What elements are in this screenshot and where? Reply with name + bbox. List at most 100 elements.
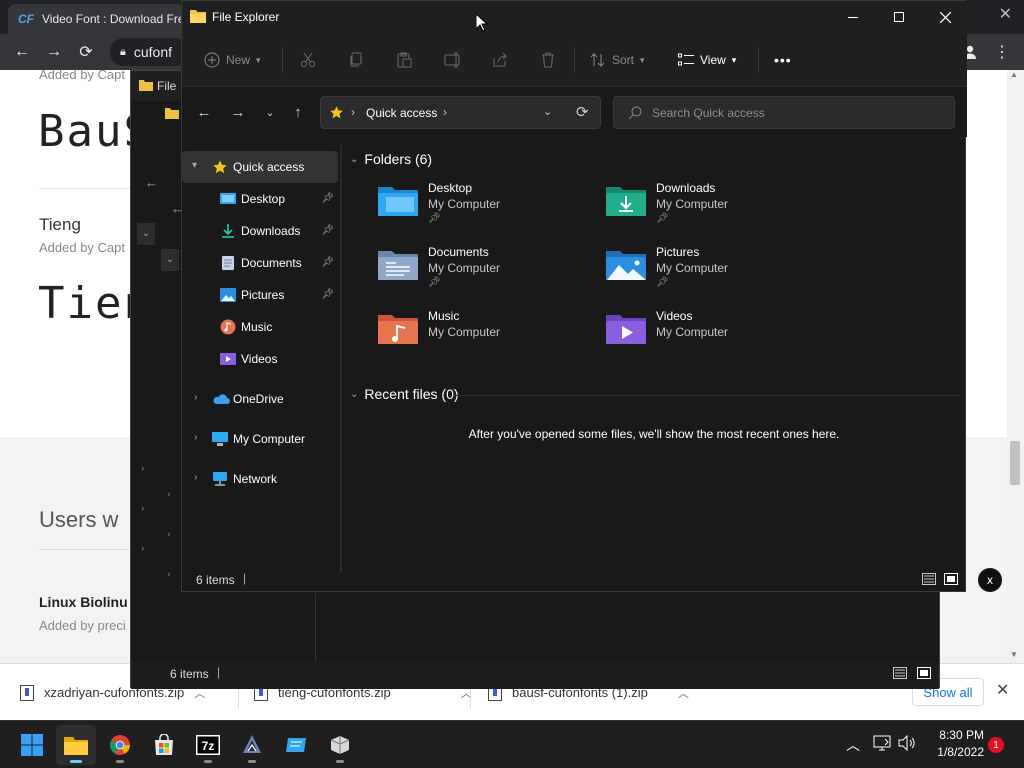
taskbar-7zip[interactable]: 7z — [188, 725, 228, 765]
nav-item-my-computer[interactable]: › My Computer — [182, 423, 338, 455]
page-scrollbar[interactable]: ▲ ▼ — [1007, 70, 1024, 663]
copy-button[interactable] — [348, 45, 364, 75]
minimize-button[interactable] — [830, 1, 876, 33]
taskbar-file-explorer[interactable] — [56, 725, 96, 765]
pane-divider[interactable] — [340, 145, 342, 573]
divider — [574, 47, 575, 73]
chevron-down-icon[interactable]: ▾ — [192, 160, 197, 171]
font-name-tieng[interactable]: Tieng — [39, 215, 81, 235]
chevron-right-icon[interactable]: › — [167, 529, 170, 540]
chevron-right-icon[interactable]: › — [141, 463, 144, 474]
nav-item-desktop[interactable]: Desktop 📌︎ — [182, 183, 338, 215]
new-button[interactable]: New ▾ — [204, 45, 261, 75]
popup-close-button[interactable]: x — [978, 568, 1002, 592]
volume-icon[interactable] — [898, 735, 916, 751]
recent-locations-button[interactable]: ⌄ — [256, 97, 284, 127]
chevron-right-icon[interactable]: › — [194, 472, 197, 483]
chrome-tab[interactable]: CF Video Font : Download Fre — [8, 4, 184, 34]
system-clock[interactable]: 8:30 PM 1/8/2022 — [928, 727, 984, 761]
chevron-right-icon[interactable]: › — [194, 432, 197, 443]
plus-circle-icon — [204, 52, 220, 68]
folder-location: My Computer — [656, 197, 729, 211]
sort-button[interactable]: Sort ▾ — [590, 45, 645, 75]
taskbar-store[interactable] — [144, 725, 184, 765]
nav-item-music[interactable]: Music — [182, 311, 338, 343]
chevron-down-icon[interactable]: ⌄ — [137, 223, 155, 245]
recent-files-section-header[interactable]: ⌄ Recent files (0) — [350, 386, 459, 402]
scroll-up-icon[interactable]: ▲ — [1010, 70, 1018, 79]
show-hidden-icons-chevron-icon[interactable]: ︿ — [846, 735, 860, 755]
refresh-icon[interactable]: ⟳ — [576, 103, 589, 121]
taskbar-inkscape[interactable] — [232, 725, 272, 765]
chrome-omnibox[interactable]: 🔒︎ cufonf — [110, 38, 190, 66]
folder-tile-pictures[interactable]: Pictures My Computer 📌︎ — [604, 245, 824, 301]
chrome-menu-icon[interactable]: ⋮ — [990, 40, 1014, 64]
taskbar-app[interactable] — [276, 725, 316, 765]
close-icon[interactable]: ✕ — [996, 680, 1009, 700]
close-button[interactable] — [922, 1, 968, 33]
details-view-icon[interactable] — [893, 667, 907, 679]
chevron-right-icon[interactable]: › — [167, 569, 170, 580]
chevron-right-icon[interactable]: › — [443, 105, 447, 119]
nav-item-downloads[interactable]: Downloads 📌︎ — [182, 215, 338, 247]
scrollbar-thumb[interactable] — [1010, 441, 1020, 485]
file-explorer-window[interactable]: File Explorer New ▾ Sort ▾ View ▾ ••• ← … — [181, 0, 967, 592]
title-bar[interactable]: File Explorer — [182, 1, 967, 33]
back-arrow-icon[interactable]: ← — [145, 175, 158, 190]
cut-button[interactable] — [300, 45, 316, 75]
details-view-icon[interactable] — [922, 573, 936, 585]
scroll-down-icon[interactable]: ▼ — [1010, 650, 1018, 659]
chrome-forward-button[interactable]: → — [42, 40, 66, 64]
folder-tile-documents[interactable]: Documents My Computer 📌︎ — [376, 245, 596, 301]
divider — [282, 47, 283, 73]
nav-item-documents[interactable]: Documents 📌︎ — [182, 247, 338, 279]
network-status-icon[interactable] — [873, 735, 891, 751]
search-placeholder: Search Quick access — [652, 105, 765, 120]
search-input[interactable]: Search Quick access — [613, 96, 955, 129]
divider — [39, 549, 139, 550]
chevron-down-icon[interactable]: ⌄ — [161, 249, 179, 271]
paste-button[interactable] — [396, 45, 412, 75]
chevron-right-icon[interactable]: › — [141, 543, 144, 554]
back-button[interactable]: ← — [190, 97, 218, 127]
nav-item-quick-access[interactable]: ▾ Quick access — [182, 151, 338, 183]
font-name-linux-biolinum[interactable]: Linux Biolinu — [39, 594, 128, 610]
nav-item-videos[interactable]: Videos — [182, 343, 338, 375]
chrome-reload-button[interactable]: ⟳ — [74, 40, 98, 64]
tiles-view-icon[interactable] — [944, 573, 958, 585]
maximize-button[interactable] — [876, 1, 922, 33]
share-button[interactable] — [492, 45, 508, 75]
folder-tile-downloads[interactable]: Downloads My Computer 📌︎ — [604, 181, 824, 237]
up-button[interactable]: ↑ — [284, 97, 312, 127]
delete-button[interactable] — [540, 45, 556, 75]
notification-badge[interactable]: 1 — [988, 737, 1004, 753]
rename-button[interactable] — [444, 45, 462, 75]
chrome-close-icon[interactable]: ✕ — [999, 4, 1012, 24]
7zip-icon: 7z — [196, 735, 220, 755]
chevron-right-icon[interactable]: › — [141, 503, 144, 514]
folder-tile-videos[interactable]: Videos My Computer — [604, 309, 824, 365]
chrome-back-button[interactable]: ← — [10, 40, 34, 64]
address-location[interactable]: Quick access — [366, 106, 437, 120]
taskbar-app2[interactable] — [320, 725, 360, 765]
nav-item-onedrive[interactable]: › OneDrive — [182, 383, 338, 415]
chevron-down-icon[interactable]: ⌄ — [543, 105, 552, 118]
folders-section-header[interactable]: ⌄ Folders (6) — [350, 151, 432, 167]
forward-button[interactable]: → — [224, 97, 252, 127]
view-button[interactable]: View ▾ — [678, 45, 736, 75]
start-button[interactable] — [12, 725, 52, 765]
address-bar[interactable]: › Quick access › ⌄ ⟳ — [320, 96, 601, 129]
paste-icon — [397, 52, 412, 68]
cufon-favicon-icon: CF — [18, 12, 34, 26]
star-icon — [212, 159, 228, 175]
tiles-view-icon[interactable] — [917, 667, 931, 679]
chevron-right-icon[interactable]: › — [194, 392, 197, 403]
omnibox-url: cufonf — [133, 44, 172, 60]
folder-tile-music[interactable]: Music My Computer — [376, 309, 596, 365]
chevron-right-icon[interactable]: › — [167, 489, 170, 500]
nav-item-pictures[interactable]: Pictures 📌︎ — [182, 279, 338, 311]
see-more-button[interactable]: ••• — [774, 45, 792, 75]
nav-item-network[interactable]: › Network — [182, 463, 338, 495]
taskbar-chrome[interactable] — [100, 725, 140, 765]
folder-tile-desktop[interactable]: Desktop My Computer 📌︎ — [376, 181, 596, 237]
